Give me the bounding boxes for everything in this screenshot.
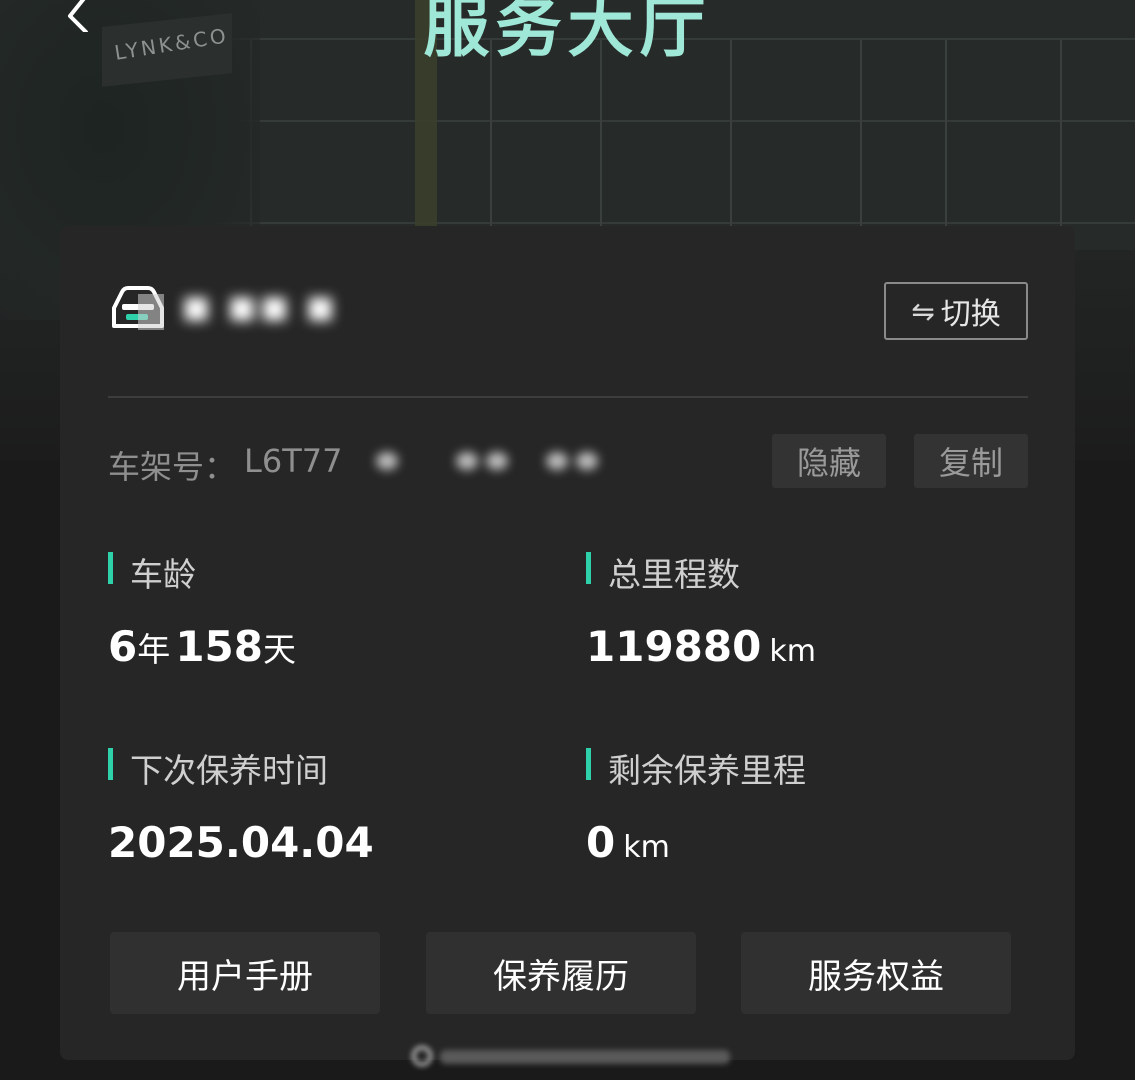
user-manual-button[interactable]: 用户手册 [110,932,380,1014]
remaining-number: 0 [586,818,616,867]
divider [108,396,1028,398]
watermark-logo-icon [412,1046,432,1066]
vehicle-info-card: ■ ■■ ■ ⇋ 切换 车架号： L6T77 隐藏 复制 车龄 6年 158天 … [60,226,1075,1060]
age-days: 158 [175,622,263,671]
remaining-unit: km [623,830,670,865]
switch-vehicle-button[interactable]: ⇋ 切换 [884,282,1028,340]
age-years: 6 [108,622,138,671]
accent-bar [586,552,591,584]
total-mileage-value: 119880 km [586,622,816,671]
next-maintenance-label: 下次保养时间 [130,751,328,790]
watermark-text-blur [440,1050,730,1064]
mileage-number: 119880 [586,622,762,671]
service-benefits-button[interactable]: 服务权益 [741,932,1011,1014]
vin-label: 车架号： [108,448,237,486]
window-mullion [945,40,947,240]
hide-vin-button[interactable]: 隐藏 [772,434,886,488]
window-mullion [1060,40,1062,240]
remaining-maintenance-value: 0 km [586,818,670,867]
vin-value: L6T77 [244,442,343,480]
swap-icon: ⇋ [911,294,935,328]
watermark-redaction [412,1042,732,1072]
vehicle-age-label: 车龄 [130,555,196,594]
next-maintenance-value: 2025.04.04 [108,818,374,867]
window-mullion [490,40,492,240]
car-icon [108,282,168,334]
page-title: 服务大厅 [423,0,712,66]
window-mullion [730,40,732,240]
service-hall-page: LYNK&CO 服务大厅 ■ ■■ ■ ⇋ 切换 车架号： L6T77 隐藏 复… [0,0,1135,1080]
vehicle-age-value: 6年 158天 [108,622,296,671]
switch-label: 切换 [940,297,1001,332]
vehicle-name: ■ ■■ ■ [182,290,339,325]
vin-row: 车架号： L6T77 隐藏 复制 [108,432,1028,488]
accent-bar [586,748,591,780]
maintenance-history-button[interactable]: 保养履历 [426,932,696,1014]
window-mullion [860,40,862,240]
age-days-unit: 天 [263,630,296,669]
age-years-unit: 年 [137,630,171,669]
copy-vin-button[interactable]: 复制 [914,434,1028,488]
vin-redaction [336,446,636,476]
vehicle-row: ■ ■■ ■ ⇋ 切换 [108,282,1028,342]
remaining-maintenance-label: 剩余保养里程 [608,751,806,790]
accent-bar [108,552,113,584]
total-mileage-label: 总里程数 [608,555,740,594]
accent-bar [108,748,113,780]
window-mullion [600,40,602,240]
mileage-unit: km [769,634,816,669]
next-maintenance-date: 2025.04.04 [108,818,374,867]
